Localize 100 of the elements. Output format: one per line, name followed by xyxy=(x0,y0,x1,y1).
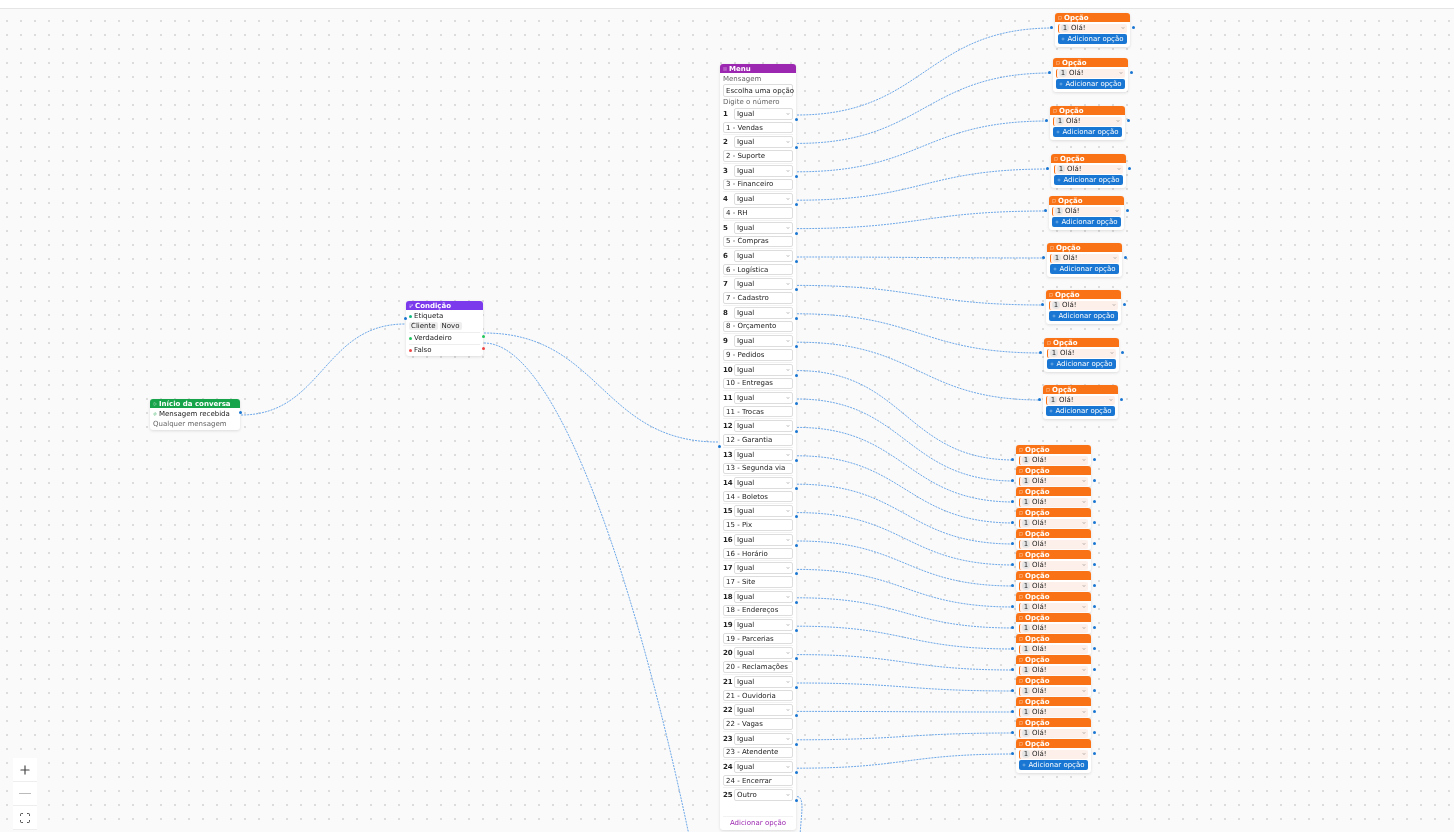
input-port[interactable] xyxy=(1011,710,1014,713)
message-icon xyxy=(1019,573,1023,578)
output-port[interactable] xyxy=(795,572,798,576)
message-icon xyxy=(1019,636,1023,641)
output-port[interactable] xyxy=(1127,119,1130,122)
chevron-icon xyxy=(1117,167,1121,171)
output-port[interactable] xyxy=(1128,167,1131,170)
message-icon xyxy=(1049,292,1053,297)
output-port[interactable] xyxy=(1093,458,1096,461)
output-port[interactable] xyxy=(1093,752,1096,755)
chevron-icon xyxy=(1082,521,1086,525)
chevron-icon xyxy=(1082,479,1086,483)
output-port[interactable] xyxy=(795,259,798,263)
input-port[interactable] xyxy=(1011,605,1014,608)
input-port[interactable] xyxy=(1011,584,1014,587)
output-port[interactable] xyxy=(795,373,798,377)
output-port[interactable] xyxy=(1093,479,1096,482)
input-port[interactable] xyxy=(1011,626,1014,629)
input-port[interactable] xyxy=(1042,256,1045,259)
output-port[interactable] xyxy=(795,543,798,547)
output-port[interactable] xyxy=(795,600,798,604)
output-port[interactable] xyxy=(1093,605,1096,608)
output-port[interactable] xyxy=(795,742,798,746)
output-port[interactable] xyxy=(1093,542,1096,545)
chevron-icon xyxy=(1082,542,1086,546)
input-port[interactable] xyxy=(1011,752,1014,755)
output-port[interactable] xyxy=(795,799,798,803)
menu-node[interactable] xyxy=(720,64,796,830)
output-port[interactable] xyxy=(1132,26,1135,29)
input-port[interactable] xyxy=(1011,542,1014,545)
input-port[interactable] xyxy=(1046,167,1049,170)
input-port[interactable] xyxy=(1011,479,1014,482)
input-port[interactable] xyxy=(404,317,407,320)
output-port[interactable] xyxy=(1093,500,1096,503)
chevron-icon xyxy=(1082,500,1086,504)
chevron-icon xyxy=(1082,731,1086,735)
input-port[interactable] xyxy=(1011,563,1014,566)
message-icon xyxy=(1054,156,1058,161)
output-port[interactable] xyxy=(795,657,798,661)
output-port[interactable] xyxy=(795,288,798,292)
input-port[interactable] xyxy=(1039,351,1042,354)
output-port[interactable] xyxy=(239,411,242,414)
input-port[interactable] xyxy=(1011,689,1014,692)
output-port[interactable] xyxy=(1121,351,1124,354)
chevron-icon xyxy=(1082,563,1086,567)
input-port[interactable] xyxy=(1011,500,1014,503)
input-port[interactable] xyxy=(1011,521,1014,524)
output-port[interactable] xyxy=(795,146,798,150)
output-port[interactable] xyxy=(795,458,798,462)
output-port[interactable] xyxy=(795,685,798,689)
status-dot xyxy=(409,348,412,352)
output-port[interactable] xyxy=(1093,731,1096,734)
output-port[interactable] xyxy=(1093,626,1096,629)
zoom-in-button[interactable] xyxy=(13,758,37,782)
input-port[interactable] xyxy=(1011,647,1014,650)
output-port[interactable] xyxy=(795,345,798,349)
output-port[interactable] xyxy=(795,316,798,320)
branch-icon xyxy=(409,303,413,308)
output-port[interactable] xyxy=(795,714,798,718)
input-port[interactable] xyxy=(718,445,721,448)
output-port[interactable] xyxy=(795,430,798,434)
input-port[interactable] xyxy=(1011,731,1014,734)
chevron-icon xyxy=(1113,256,1117,260)
output-port[interactable] xyxy=(1124,256,1127,259)
output-port[interactable] xyxy=(795,629,798,633)
plus-icon xyxy=(18,762,32,777)
output-port[interactable] xyxy=(1130,71,1133,74)
output-port[interactable] xyxy=(1093,647,1096,650)
output-port[interactable] xyxy=(795,203,798,207)
output-port[interactable] xyxy=(795,118,798,121)
output-port[interactable] xyxy=(795,487,798,491)
minus-icon xyxy=(19,793,31,794)
input-port[interactable] xyxy=(1011,668,1014,671)
output-port[interactable] xyxy=(1093,563,1096,566)
input-port[interactable] xyxy=(1045,119,1048,122)
output-port[interactable] xyxy=(795,771,798,774)
output-port[interactable] xyxy=(1093,689,1096,692)
output-port[interactable] xyxy=(1120,398,1123,401)
output-port[interactable] xyxy=(1093,584,1096,587)
input-port[interactable] xyxy=(1044,209,1047,212)
output-port[interactable] xyxy=(1093,521,1096,524)
output-port[interactable] xyxy=(1123,303,1126,306)
input-port[interactable] xyxy=(1050,26,1053,29)
input-port[interactable] xyxy=(1041,303,1044,306)
output-port[interactable] xyxy=(795,401,798,405)
input-port[interactable] xyxy=(1011,458,1014,461)
message-icon xyxy=(1019,531,1023,536)
output-port[interactable] xyxy=(795,231,798,235)
message-icon xyxy=(1019,489,1023,494)
message-icon xyxy=(1053,108,1057,113)
output-port[interactable] xyxy=(795,174,798,178)
message-icon xyxy=(1046,387,1050,392)
output-port[interactable] xyxy=(1093,668,1096,671)
input-port[interactable] xyxy=(1038,398,1041,401)
output-port[interactable] xyxy=(1126,209,1129,212)
output-port[interactable] xyxy=(795,515,798,519)
chevron-icon xyxy=(786,112,790,116)
output-port[interactable] xyxy=(1093,710,1096,713)
output-port[interactable] xyxy=(482,347,485,350)
input-port[interactable] xyxy=(1048,71,1051,74)
